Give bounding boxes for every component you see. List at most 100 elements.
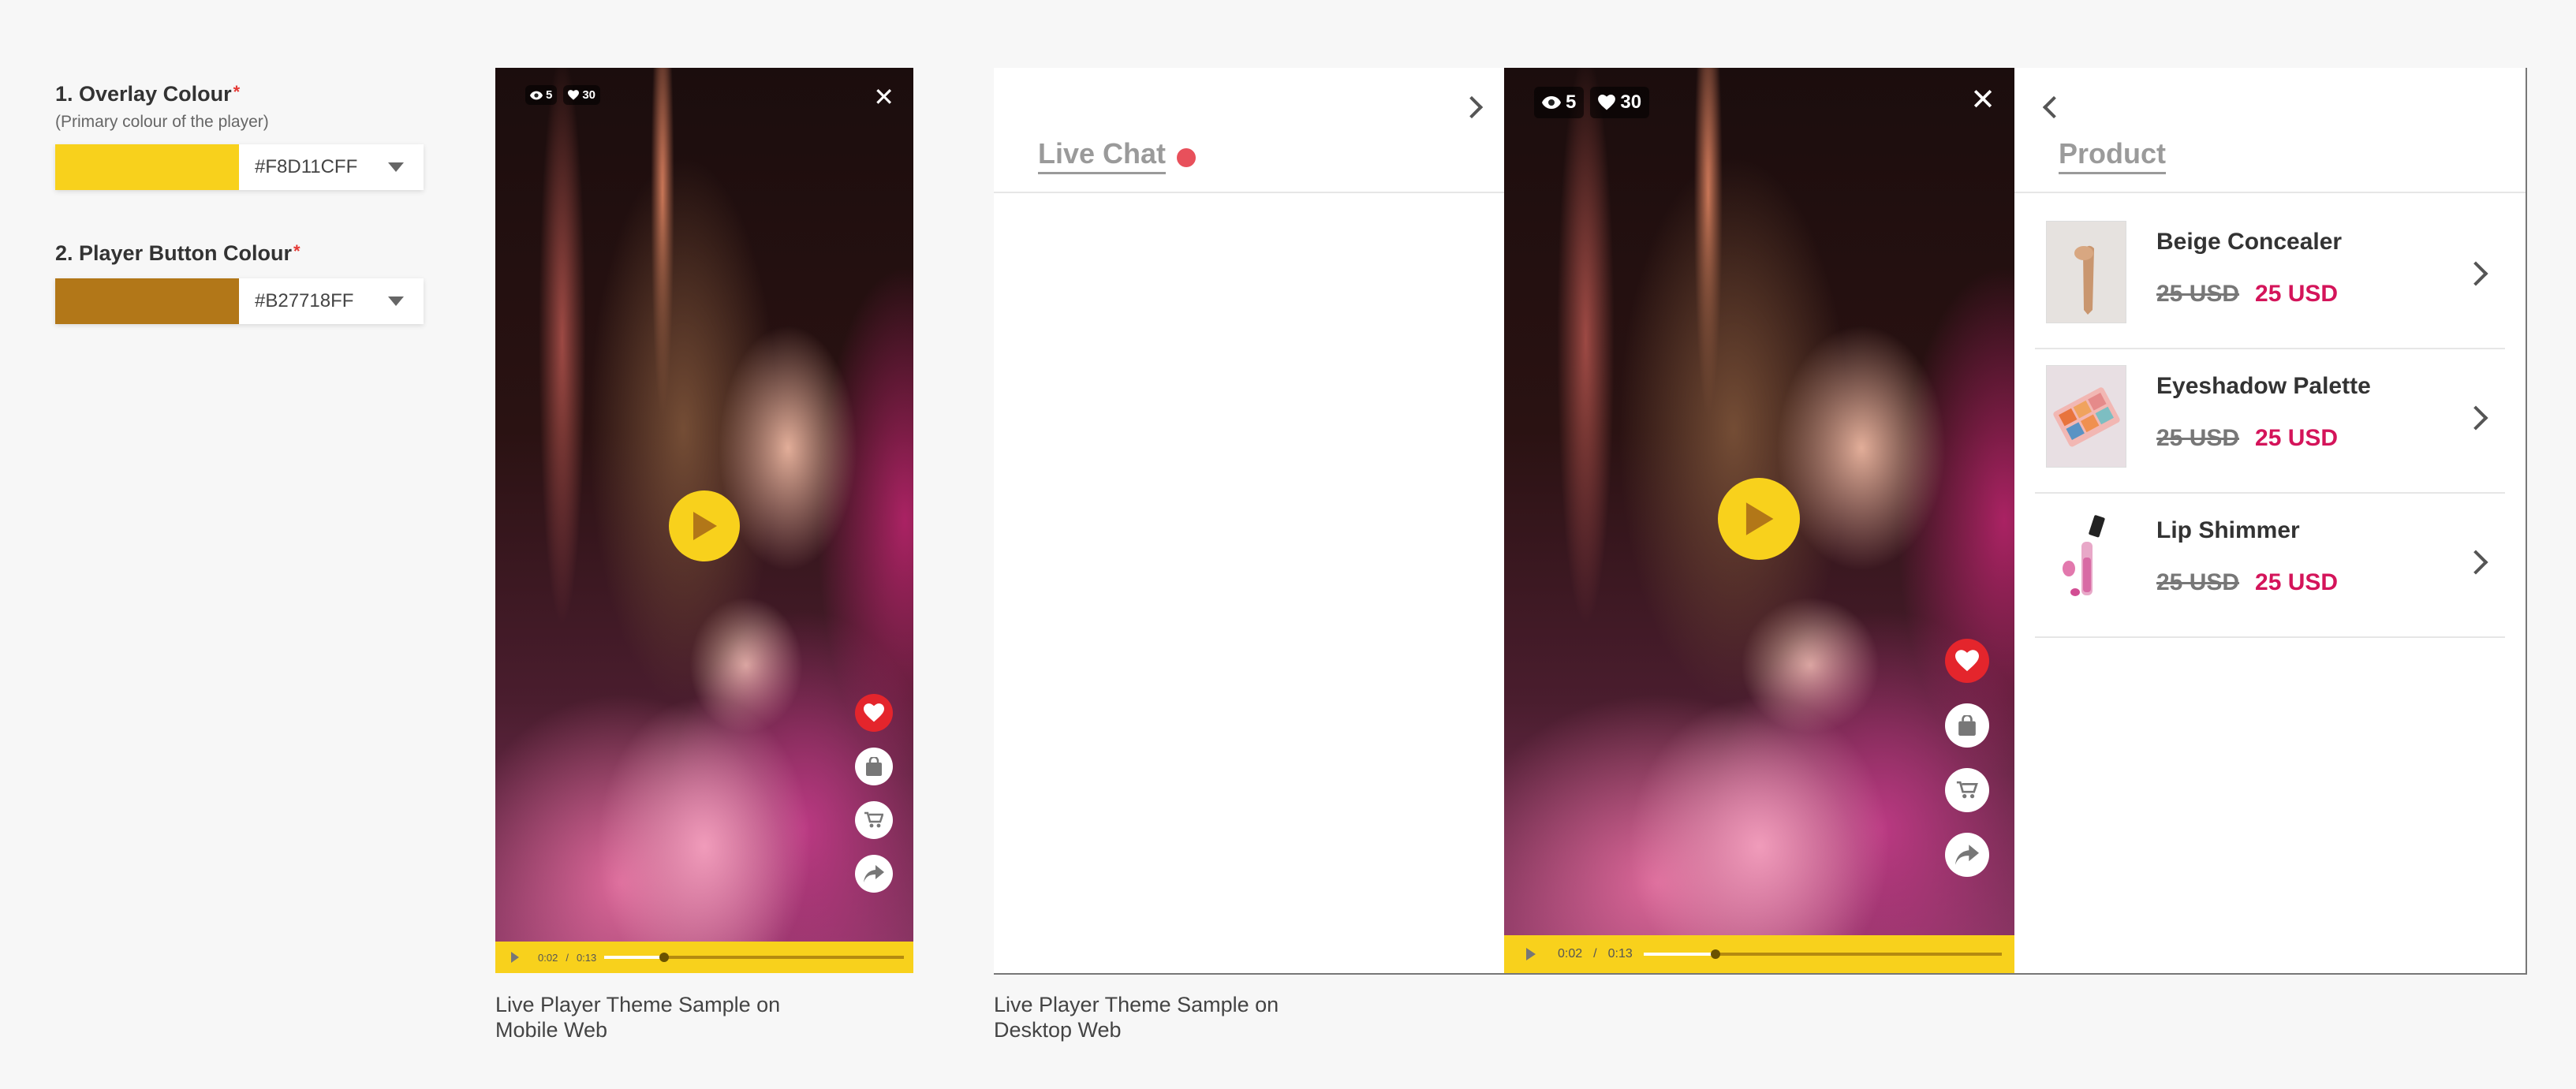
button-colour-picker[interactable]: #B27718FF xyxy=(55,278,424,324)
play-icon xyxy=(693,512,717,540)
product-prices: 25 USD 25 USD xyxy=(2156,281,2338,308)
shop-bag-button[interactable] xyxy=(1945,703,1989,748)
product-name: Lip Shimmer xyxy=(2156,517,2300,543)
desktop-player-controls: 0:02 / 0:13 xyxy=(1504,935,2014,973)
overlay-colour-label: 1. Overlay Colour * xyxy=(55,82,241,106)
progress-knob[interactable] xyxy=(659,953,670,962)
button-colour-swatch[interactable] xyxy=(55,278,239,324)
play-icon[interactable] xyxy=(1526,948,1536,960)
required-mark: * xyxy=(293,241,301,261)
desktop-action-buttons xyxy=(1945,639,1989,877)
product-thumbnail xyxy=(2046,221,2126,323)
product-thumbnail xyxy=(2046,365,2126,468)
button-colour-label: 2. Player Button Colour * xyxy=(55,241,301,265)
lip-shimmer-icon xyxy=(2047,510,2126,611)
chevron-left-icon[interactable] xyxy=(2042,95,2066,119)
button-colour-hex[interactable]: #B27718FF xyxy=(239,278,368,324)
product-thumbnail xyxy=(2046,509,2126,612)
play-icon[interactable] xyxy=(511,952,519,963)
shop-bag-button[interactable] xyxy=(855,748,893,785)
close-icon[interactable]: ✕ xyxy=(873,82,894,112)
mobile-video-player[interactable]: 5 30 ✕ 0:02 / 0:13 xyxy=(495,68,913,973)
heart-icon xyxy=(1955,650,1979,672)
share-icon xyxy=(1955,845,1979,865)
original-price: 25 USD xyxy=(2156,425,2240,451)
eye-icon xyxy=(1542,96,1561,109)
button-colour-setting: 2. Player Button Colour * #B27718FF xyxy=(55,241,424,324)
progress-bar[interactable] xyxy=(1643,949,2002,959)
video-stats: 5 30 xyxy=(1534,87,1650,118)
heart-icon xyxy=(568,90,580,100)
sale-price: 25 USD xyxy=(2255,425,2339,451)
like-count: 30 xyxy=(563,85,601,105)
eyeshadow-palette-icon xyxy=(2047,366,2126,467)
product-list: Beige Concealer 25 USD 25 USD Eyeshadow … xyxy=(2035,205,2505,638)
product-prices: 25 USD 25 USD xyxy=(2156,569,2338,596)
product-name: Eyeshadow Palette xyxy=(2156,373,2371,399)
tab-product[interactable]: Product xyxy=(2059,137,2167,174)
heart-icon xyxy=(1598,95,1616,110)
sale-price: 25 USD xyxy=(2255,569,2339,595)
cart-icon xyxy=(1956,781,1978,799)
concealer-icon xyxy=(2047,222,2126,323)
play-button[interactable] xyxy=(1718,478,1800,560)
bag-icon xyxy=(1958,715,1976,736)
like-button[interactable] xyxy=(855,694,893,732)
product-item[interactable]: Lip Shimmer 25 USD 25 USD xyxy=(2035,494,2505,638)
desktop-player-frame: Live Chat 5 30 ✕ 0:02 / 0:13 Product Bei… xyxy=(994,68,2527,975)
time-separator: / xyxy=(1593,947,1597,960)
product-prices: 25 USD 25 USD xyxy=(2156,425,2338,452)
mobile-player-controls: 0:02 / 0:13 xyxy=(495,942,913,973)
time-separator: / xyxy=(566,951,569,964)
product-header: Product xyxy=(2014,68,2526,193)
share-button[interactable] xyxy=(1945,833,1989,877)
current-time: 0:02 xyxy=(538,951,558,964)
overlay-colour-hint: (Primary colour of the player) xyxy=(55,113,269,131)
view-count: 5 xyxy=(525,85,558,105)
view-count: 5 xyxy=(1534,87,1585,118)
product-item[interactable]: Eyeshadow Palette 25 USD 25 USD xyxy=(2035,349,2505,494)
cart-icon xyxy=(864,811,883,828)
close-icon[interactable]: ✕ xyxy=(1970,82,1995,117)
product-item[interactable]: Beige Concealer 25 USD 25 USD xyxy=(2035,205,2505,349)
chevron-down-icon[interactable] xyxy=(368,144,424,190)
eye-icon xyxy=(530,91,543,99)
desktop-video-player[interactable]: 5 30 ✕ 0:02 / 0:13 xyxy=(1504,68,2014,973)
progress-knob[interactable] xyxy=(1710,949,1720,959)
like-count: 30 xyxy=(1590,87,1650,118)
original-price: 25 USD xyxy=(2156,569,2240,595)
tab-live-chat[interactable]: Live Chat xyxy=(1038,137,1167,174)
overlay-colour-swatch[interactable] xyxy=(55,144,239,190)
like-button[interactable] xyxy=(1945,639,1989,683)
required-mark: * xyxy=(233,82,241,102)
desktop-caption: Live Player Theme Sample on Desktop Web xyxy=(994,993,1279,1042)
overlay-colour-hex[interactable]: #F8D11CFF xyxy=(239,144,368,190)
chevron-down-icon[interactable] xyxy=(368,278,424,324)
product-panel: Product Beige Concealer 25 USD 25 USD Ey… xyxy=(2014,68,2526,973)
live-chat-panel: Live Chat xyxy=(994,68,1504,973)
chevron-right-icon[interactable] xyxy=(2463,405,2488,431)
chevron-right-icon[interactable] xyxy=(2463,550,2488,575)
video-stats: 5 30 xyxy=(525,85,601,105)
chevron-right-icon[interactable] xyxy=(1460,95,1484,119)
original-price: 25 USD xyxy=(2156,281,2240,307)
product-name: Beige Concealer xyxy=(2156,229,2343,255)
cart-button[interactable] xyxy=(855,801,893,839)
total-time: 0:13 xyxy=(1607,947,1633,960)
cart-button[interactable] xyxy=(1945,768,1989,812)
mobile-caption: Live Player Theme Sample on Mobile Web xyxy=(495,993,781,1042)
bag-icon xyxy=(866,757,882,776)
overlay-colour-setting: 1. Overlay Colour * (Primary colour of th… xyxy=(55,82,424,190)
overlay-colour-picker[interactable]: #F8D11CFF xyxy=(55,144,424,190)
play-button[interactable] xyxy=(669,490,740,561)
heart-icon xyxy=(864,703,884,722)
total-time: 0:13 xyxy=(576,951,597,964)
share-button[interactable] xyxy=(855,855,893,893)
current-time: 0:02 xyxy=(1558,947,1583,960)
progress-bar[interactable] xyxy=(604,953,904,962)
mobile-action-buttons xyxy=(855,694,893,893)
chevron-right-icon[interactable] xyxy=(2463,261,2488,286)
share-icon xyxy=(864,865,884,882)
sale-price: 25 USD xyxy=(2255,281,2339,307)
live-chat-header: Live Chat xyxy=(994,68,1504,193)
